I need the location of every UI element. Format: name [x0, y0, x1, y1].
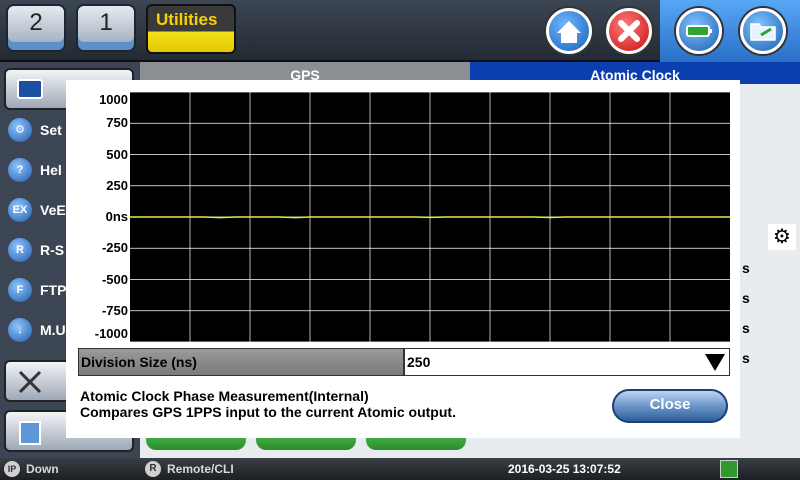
phase-chart: 1000 750 500 250 0ns -250 -500 -750 -1000 — [66, 80, 740, 342]
y-tick-label: -250 — [101, 240, 128, 256]
sidebar-item-label: Set — [40, 122, 62, 138]
datetime: 2016-03-25 13:07:52 — [508, 462, 621, 476]
division-size-value: 250 — [407, 354, 431, 370]
y-tick-label: 1000 — [99, 92, 128, 107]
unit-label: s — [742, 290, 750, 306]
unit-label: s — [742, 350, 750, 366]
wrench-icon: ⚙ — [8, 118, 32, 142]
division-size-select[interactable]: 250 — [404, 348, 730, 376]
folder-icon[interactable] — [740, 8, 786, 54]
phase-trace-line — [130, 216, 730, 219]
sidebar-item-label: VeE — [40, 202, 66, 218]
utilities-tab[interactable]: Utilities — [146, 4, 236, 54]
r-icon: R — [8, 238, 32, 262]
y-tick-label: 750 — [106, 115, 128, 131]
sidebar-item-label: FTP — [40, 282, 67, 298]
phase-plot-area — [130, 92, 730, 342]
ip-status: Down — [26, 462, 59, 476]
chevron-down-icon[interactable] — [705, 354, 725, 371]
remote-cli-label[interactable]: Remote/CLI — [167, 462, 234, 476]
ip-icon: IP — [4, 461, 20, 477]
port-2-button[interactable]: 2 — [6, 4, 66, 52]
f-icon: F — [8, 278, 32, 302]
network-icon — [720, 460, 738, 478]
top-bar: 2 1 Utilities — [0, 0, 800, 62]
dialog-description: Atomic Clock Phase Measurement(Internal)… — [80, 388, 456, 420]
sidebar-item-label: R-S — [40, 242, 65, 258]
battery-icon[interactable] — [676, 8, 722, 54]
gear-icon[interactable]: ⚙ — [768, 224, 796, 250]
status-bar: IP Down R Remote/CLI 2016-03-25 13:07:52 — [0, 458, 800, 480]
y-tick-label: 0ns — [105, 209, 128, 224]
y-tick-label: -500 — [101, 271, 128, 287]
y-tick-label: 250 — [106, 177, 128, 193]
utilities-label: Utilities — [156, 10, 218, 29]
atomic-clock-phase-dialog: 1000 750 500 250 0ns -250 -500 -750 -1000 Divisi… — [66, 80, 740, 438]
sidebar-item-label: M.U — [40, 322, 66, 338]
y-tick-label: 500 — [106, 146, 128, 162]
home-icon[interactable] — [546, 8, 592, 54]
y-tick-label: -750 — [101, 302, 128, 318]
remote-icon: R — [145, 461, 161, 477]
download-icon: ↓ — [8, 318, 32, 342]
description-line-2: Compares GPS 1PPS input to the current A… — [80, 404, 456, 420]
ex-icon: EX — [8, 198, 32, 222]
help-icon: ? — [8, 158, 32, 182]
unit-label: s — [742, 320, 750, 336]
division-size-label: Division Size (ns) — [78, 348, 404, 376]
unit-label: s — [742, 260, 750, 276]
y-tick-label: -1000 — [94, 326, 128, 341]
port-1-label: 1 — [99, 9, 113, 36]
sidebar-item-label: Hel — [40, 162, 62, 178]
close-button[interactable]: Close — [612, 389, 728, 423]
port-1-button[interactable]: 1 — [76, 4, 136, 52]
close-icon[interactable] — [606, 8, 652, 54]
port-2-label: 2 — [29, 9, 43, 36]
description-line-1: Atomic Clock Phase Measurement(Internal) — [80, 388, 369, 404]
